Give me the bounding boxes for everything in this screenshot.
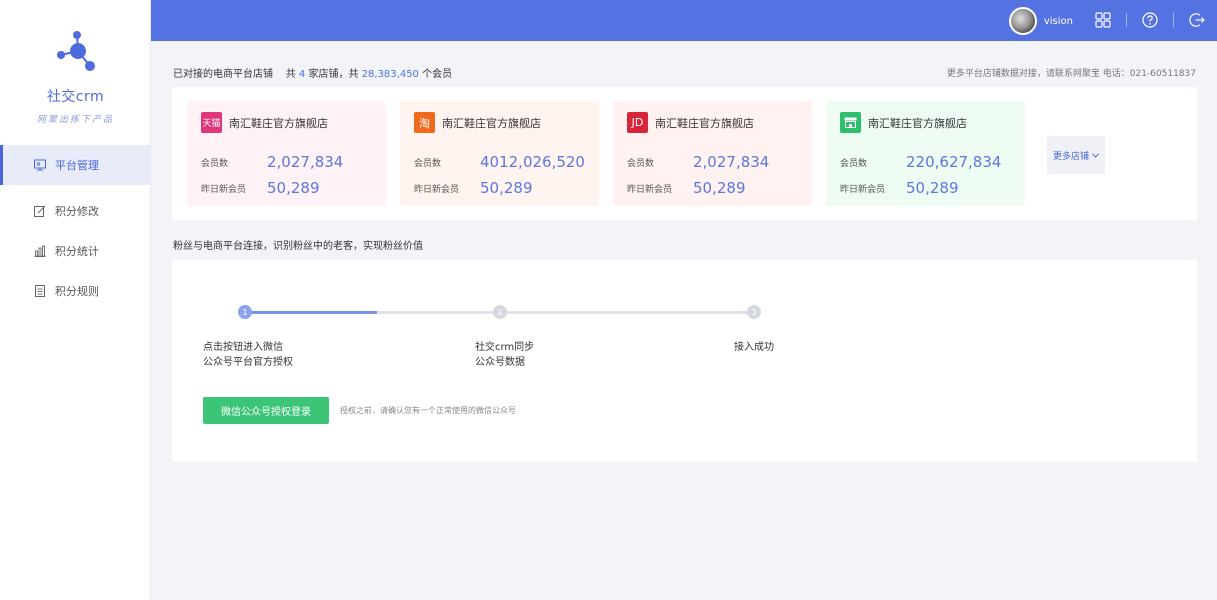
shop-name: 南汇鞋庄官方旗舰店	[229, 116, 328, 130]
step-2-line2: 公众号数据	[475, 357, 525, 368]
sidebar-item-points-rules[interactable]: 积分规则	[0, 271, 151, 311]
steps-progress	[245, 311, 377, 314]
document-icon	[35, 285, 45, 297]
shop-count: 4	[298, 69, 306, 80]
sidebar-item-platform[interactable]: 平台管理	[0, 145, 151, 185]
jd-logo-icon: JD	[627, 112, 648, 133]
step-3-text: 接入成功	[734, 340, 774, 355]
new-members-value: 50,289	[480, 179, 533, 197]
step-3-marker: 3	[747, 305, 761, 319]
summary-suffix: 个会员	[422, 69, 453, 80]
top-icons	[1095, 12, 1205, 28]
step-2-line1: 社交crm同步	[475, 342, 535, 353]
sidebar-nav: 平台管理 积分修改 积分统计 积分规则	[0, 145, 151, 311]
store-logo-icon	[840, 112, 861, 133]
taobao-logo-icon: 淘	[414, 112, 435, 133]
step-1-line1: 点击按钮进入微信	[203, 342, 283, 353]
sidebar-item-label: 积分统计	[55, 245, 99, 258]
new-members-value: 50,289	[693, 179, 746, 197]
username[interactable]: vision	[1044, 16, 1073, 27]
shop-card-jd[interactable]: JD 南汇鞋庄官方旗舰店 会员数 2,027,834 昨日新会员 50,289	[613, 101, 812, 206]
molecule-logo-icon	[56, 31, 95, 71]
step-1-line2: 公众号平台官方授权	[203, 357, 293, 368]
avatar[interactable]	[1008, 7, 1037, 35]
edit-icon	[34, 205, 46, 217]
shop-name: 南汇鞋庄官方旗舰店	[655, 116, 754, 130]
user-menu[interactable]: vision	[1008, 7, 1073, 35]
step-3-line1: 接入成功	[734, 342, 774, 353]
summary-title: 已对接的电商平台店铺	[173, 69, 273, 80]
bar-chart-icon	[34, 245, 46, 257]
summary-prefix: 共	[285, 69, 296, 80]
contact-info: 更多平台店铺数据对接，请联系网聚宝 电话：021-60511837	[946, 69, 1196, 79]
storefront-icon	[844, 117, 857, 128]
tmall-logo-icon: 天猫	[201, 112, 222, 133]
shop-summary: 已对接的电商平台店铺 共 4 家店铺，共 28,383,450 个会员	[173, 65, 452, 80]
shop-card-taobao[interactable]: 淘 南汇鞋庄官方旗舰店 会员数 4012,026,520 昨日新会员 50,28…	[400, 101, 599, 206]
shop-panel: 天猫 南汇鞋庄官方旗舰店 会员数 2,027,834 昨日新会员 50,289 …	[172, 87, 1197, 220]
sidebar-item-label: 平台管理	[55, 159, 99, 172]
sidebar-item-label: 积分规则	[55, 285, 99, 298]
summary-middle: 家店铺，共	[308, 69, 359, 80]
more-shops-button[interactable]: 更多店铺	[1047, 136, 1105, 174]
new-members-value: 50,289	[267, 179, 320, 197]
help-icon[interactable]	[1142, 12, 1158, 28]
brand-slogan: 网聚出拣下产品	[36, 115, 114, 125]
shop-card-tmall[interactable]: 天猫 南汇鞋庄官方旗舰店 会员数 2,027,834 昨日新会员 50,289	[187, 101, 386, 206]
members-value: 220,627,834	[906, 153, 1002, 171]
sidebar: 社交crm 网聚出拣下产品 平台管理 积分修改 积分统计 积分规则	[0, 0, 151, 600]
members-label: 会员数	[201, 158, 229, 169]
members-label: 会员数	[840, 158, 868, 169]
divider	[1126, 13, 1127, 27]
members-value: 2,027,834	[267, 153, 344, 171]
shop-name: 南汇鞋庄官方旗舰店	[868, 116, 967, 130]
new-members-label: 昨日新会员	[201, 184, 247, 195]
shop-name: 南汇鞋庄官方旗舰店	[442, 116, 541, 130]
new-members-label: 昨日新会员	[840, 184, 886, 195]
top-bar: vision	[151, 0, 1217, 41]
step-2-text: 社交crm同步 公众号数据	[475, 340, 534, 370]
brand-name: 社交crm	[46, 89, 105, 105]
steps-panel: 1 2 3 点击按钮进入微信 公众号平台官方授权 社交crm同步 公众号数据 接…	[172, 260, 1197, 462]
new-members-label: 昨日新会员	[627, 184, 673, 195]
members-label: 会员数	[414, 158, 442, 169]
sidebar-item-points-stats[interactable]: 积分统计	[0, 231, 151, 271]
divider	[1173, 13, 1174, 27]
step-1-text: 点击按钮进入微信 公众号平台官方授权	[203, 340, 293, 370]
wechat-auth-button[interactable]: 微信公众号授权登录	[203, 397, 329, 424]
new-members-label: 昨日新会员	[414, 184, 460, 195]
apps-icon[interactable]	[1095, 12, 1111, 28]
logo-area: 社交crm 网聚出拣下产品	[0, 30, 151, 125]
monitor-icon	[34, 159, 46, 171]
members-value: 2,027,834	[693, 153, 770, 171]
fans-section-title: 粉丝与电商平台连接，识别粉丝中的老客，实现粉丝价值	[173, 241, 423, 252]
new-members-value: 50,289	[906, 179, 959, 197]
sidebar-item-points-edit[interactable]: 积分修改	[0, 191, 151, 231]
member-count: 28,383,450	[361, 69, 419, 80]
step-2-marker: 2	[493, 305, 507, 319]
members-value: 4012,026,520	[480, 153, 585, 171]
shop-card-store[interactable]: 南汇鞋庄官方旗舰店 会员数 220,627,834 昨日新会员 50,289	[826, 101, 1025, 206]
step-1-marker: 1	[238, 305, 252, 319]
sidebar-item-label: 积分修改	[55, 205, 99, 218]
chevron-down-icon	[1092, 152, 1099, 158]
more-shops-label: 更多店铺	[1052, 151, 1089, 162]
logout-icon[interactable]	[1189, 12, 1205, 28]
auth-note: 授权之前，请确认您有一个正常使用的微信公众号	[340, 406, 516, 415]
members-label: 会员数	[627, 158, 655, 169]
